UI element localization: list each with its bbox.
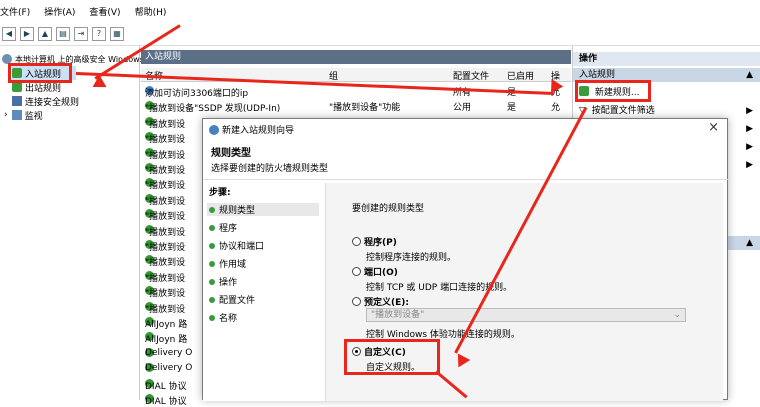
up-folder-icon[interactable]: ▲ [38, 26, 52, 41]
submenu-arrow-icon: ▶ [746, 124, 753, 134]
step-program[interactable]: 程序 [209, 221, 237, 234]
rule-name-text: "播放到设 [145, 304, 186, 315]
step-dot-icon [209, 314, 215, 321]
outbound-rules-icon [12, 82, 22, 92]
wizard-icon [209, 124, 219, 135]
collapse-icon[interactable]: ▲ [746, 236, 753, 250]
actions-title: 操作 [573, 52, 760, 66]
navigation-tree: 本地计算机 上的高级安全 Windows 入站规则 出站规则 连接安全规则 › … [0, 46, 144, 400]
properties-icon[interactable]: ▦ [110, 26, 124, 41]
rule-name-text: "播放到设 [145, 243, 186, 253]
collapse-icon[interactable]: ▲ [746, 68, 753, 82]
rule-name-text: Delivery O [145, 363, 193, 374]
menu-file[interactable]: 文件(F) [0, 5, 30, 18]
step-name[interactable]: 名称 [209, 311, 237, 324]
option-predefined[interactable]: 预定义(E): [352, 295, 409, 308]
back-icon[interactable]: ◀ [2, 26, 16, 41]
radio-port[interactable] [352, 267, 361, 276]
forward-icon[interactable]: ▶ [20, 26, 34, 41]
rule-type-prompt: 要创建的规则类型 [352, 204, 425, 214]
annotation-arrow-2-head [551, 79, 564, 94]
radio-program[interactable] [352, 237, 361, 246]
step-dot-icon [209, 224, 215, 231]
rule-name-text: "播放到设 [145, 212, 186, 223]
panel-title: 入站规则 [141, 50, 571, 64]
step-profile[interactable]: 配置文件 [209, 293, 255, 306]
close-icon[interactable]: × [708, 120, 719, 135]
rule-name-text: "播放到设 [145, 273, 186, 284]
annotation-box-inbound [8, 63, 72, 83]
rule-name-text: "播放到设 [145, 166, 186, 176]
menu-help[interactable]: 帮助(H) [135, 5, 167, 18]
submenu-arrow-icon: ▶ [746, 106, 753, 116]
tree-item-monitor[interactable]: › 监视 [4, 108, 43, 122]
rule-action: 允 [551, 103, 561, 114]
step-action[interactable]: 操作 [209, 275, 237, 288]
col-profile[interactable]: 配置文件 [453, 69, 489, 82]
step-dot-icon [209, 242, 215, 249]
rule-name-text: "播放到设 [145, 181, 186, 192]
rule-group: "播放到设备"功能 [329, 103, 401, 114]
radio-predefined[interactable] [352, 297, 361, 306]
rule-name-text: "播放到设 [145, 196, 186, 207]
rule-name-text: "播放到设 [145, 119, 186, 130]
rule-name-text: "播放到设 [145, 135, 186, 146]
option-program[interactable]: 程序(P) 控制程序连接的规则。 [352, 235, 456, 263]
filter-by-profile-action[interactable]: ▽ 按配置文件筛选 ▶ [573, 104, 760, 118]
rule-name-text: 添加可访问3306端口的ip [145, 89, 249, 99]
wizard-content: 要创建的规则类型 程序(P) 控制程序连接的规则。 端口(O) 控制 TCP 或… [325, 183, 723, 401]
step-protocol-port[interactable]: 协议和端口 [209, 239, 264, 252]
rule-name-text: AllJoyn 路 [145, 320, 188, 330]
submenu-arrow-icon: ▶ [746, 142, 753, 152]
show-tree-icon[interactable]: ▤ [56, 26, 70, 41]
chevron-down-icon: ⌄ [673, 310, 681, 320]
rule-name-text: DIAL 协议 [145, 381, 187, 392]
help-icon[interactable]: ? [92, 26, 106, 41]
rule-name-text: "播放到设 [145, 289, 186, 300]
menu-action[interactable]: 操作(A) [44, 5, 75, 18]
step-dot-icon [209, 206, 215, 213]
predefined-select[interactable]: "播放到设备" ⌄ [366, 308, 686, 322]
annotation-box-custom [344, 339, 440, 375]
monitor-icon [11, 110, 22, 120]
dialog-heading: 规则类型 [211, 148, 251, 159]
col-enabled[interactable]: 已启用 [507, 69, 534, 82]
tree-item-connection-security[interactable]: 连接安全规则 [12, 94, 79, 108]
steps-label: 步骤: [209, 188, 231, 198]
submenu-arrow-icon: ▶ [746, 160, 753, 170]
rule-name-text: DIAL 协议 [145, 397, 187, 407]
table-row[interactable]: "播放到设备"SSDP 发现(UDP-In) "播放到设备"功能 公用 是 允 [141, 99, 571, 114]
connection-security-icon [12, 96, 22, 106]
rule-profile: 公用 [453, 103, 472, 114]
rule-name-text: "播放到设备"SSDP 发现(UDP-In) [145, 104, 281, 115]
step-dot-icon [209, 296, 215, 303]
rule-name-text: "播放到设 [145, 150, 186, 161]
dialog-subheading: 选择要创建的防火墙规则类型 [211, 164, 329, 174]
wizard-steps: 步骤: 规则类型 程序 协议和端口 作用域 操作 配置文件 名称 [203, 183, 325, 401]
toolbar: ◀ ▶ ▲ ▤ ⇥ ? ▦ [0, 22, 760, 46]
step-rule-type[interactable]: 规则类型 [207, 203, 319, 216]
step-dot-icon [209, 278, 215, 285]
col-group[interactable]: 组 [329, 69, 338, 82]
dialog-titlebar: 新建入站规则向导 [209, 123, 294, 136]
export-icon[interactable]: ⇥ [74, 26, 88, 41]
rule-name-text: "播放到设 [145, 227, 186, 238]
rule-name-text: AllJoyn 路 [145, 335, 188, 346]
step-scope[interactable]: 作用域 [209, 257, 246, 270]
rule-enabled: 是 [507, 103, 517, 114]
expand-chevron-icon[interactable]: › [4, 110, 8, 120]
menu-view[interactable]: 查看(V) [89, 5, 120, 18]
menu-bar: 文件(F) 操作(A) 查看(V) 帮助(H) [0, 0, 760, 22]
step-dot-icon [209, 260, 215, 267]
rule-name-text: Delivery O [145, 347, 193, 358]
annotation-box-new-rule [575, 80, 651, 102]
rule-name-text: "播放到设 [145, 258, 186, 269]
